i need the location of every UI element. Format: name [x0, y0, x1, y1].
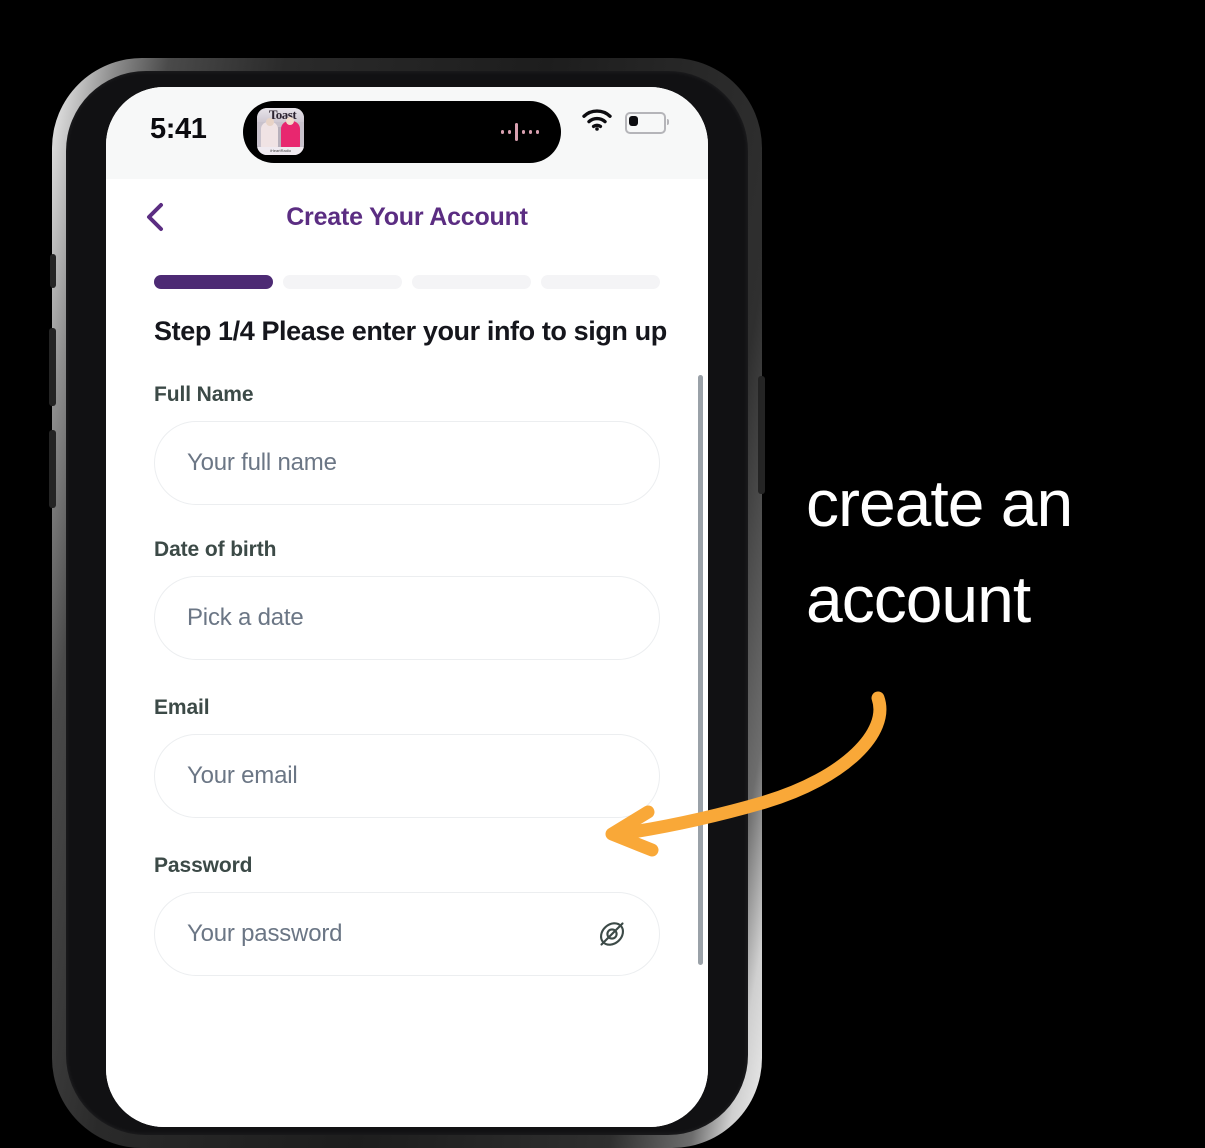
date-of-birth-label: Date of birth — [154, 538, 277, 561]
status-bar-time: 5:41 — [150, 113, 207, 145]
dynamic-island[interactable]: Toast iHeartRadio — [243, 101, 561, 163]
date-of-birth-input[interactable]: Pick a date — [154, 576, 660, 660]
volume-up-button[interactable] — [49, 328, 56, 406]
power-button[interactable] — [758, 376, 765, 494]
step-progress-bar — [124, 263, 690, 289]
password-placeholder: Your password — [187, 920, 343, 947]
field-group-date-of-birth: Date of birth Pick a date — [154, 538, 660, 660]
progress-segment-2 — [283, 275, 402, 289]
wifi-icon — [582, 109, 612, 136]
phone-device-mockup: 5:41 Toast iHeartRadio Create Your Accou… — [49, 58, 765, 1148]
step-heading: Step 1/4 Please enter your info to sign … — [154, 316, 667, 346]
annotation-line-1: create an — [806, 466, 1073, 540]
annotation-line-2: account — [806, 562, 1031, 636]
navigation-bar: Create Your Account — [124, 179, 690, 263]
email-input[interactable]: Your email — [154, 734, 660, 818]
page-title: Create Your Account — [286, 203, 528, 231]
password-label: Password — [154, 854, 253, 877]
field-group-email: Email Your email — [154, 696, 660, 818]
audio-waveform-icon — [501, 123, 539, 141]
phone-screen: 5:41 Toast iHeartRadio Create Your Accou… — [106, 87, 708, 1127]
mute-switch-button[interactable] — [50, 254, 56, 288]
password-input[interactable]: Your password — [154, 892, 660, 976]
battery-low-icon — [625, 111, 669, 134]
email-label: Email — [154, 696, 210, 719]
media-album-art-icon[interactable]: Toast iHeartRadio — [257, 108, 304, 155]
status-bar-indicators — [582, 109, 669, 136]
field-group-password: Password Your password — [154, 854, 660, 976]
annotation-label: create an account — [806, 455, 1176, 647]
progress-segment-1 — [154, 275, 273, 289]
full-name-input[interactable]: Your full name — [154, 421, 660, 505]
progress-segment-3 — [412, 275, 531, 289]
date-of-birth-placeholder: Pick a date — [187, 604, 304, 631]
status-bar: 5:41 Toast iHeartRadio — [106, 87, 708, 179]
full-name-placeholder: Your full name — [187, 449, 337, 476]
signup-screen: Create Your Account Step 1/4 Please ente… — [106, 179, 708, 1127]
field-group-full-name: Full Name Your full name — [154, 383, 660, 505]
full-name-label: Full Name — [154, 383, 254, 406]
vertical-scrollbar[interactable] — [698, 375, 703, 965]
volume-down-button[interactable] — [49, 430, 56, 508]
media-art-caption: iHeartRadio — [257, 147, 304, 155]
progress-segment-4 — [541, 275, 660, 289]
email-placeholder: Your email — [187, 762, 298, 789]
eye-off-icon[interactable] — [595, 917, 629, 951]
